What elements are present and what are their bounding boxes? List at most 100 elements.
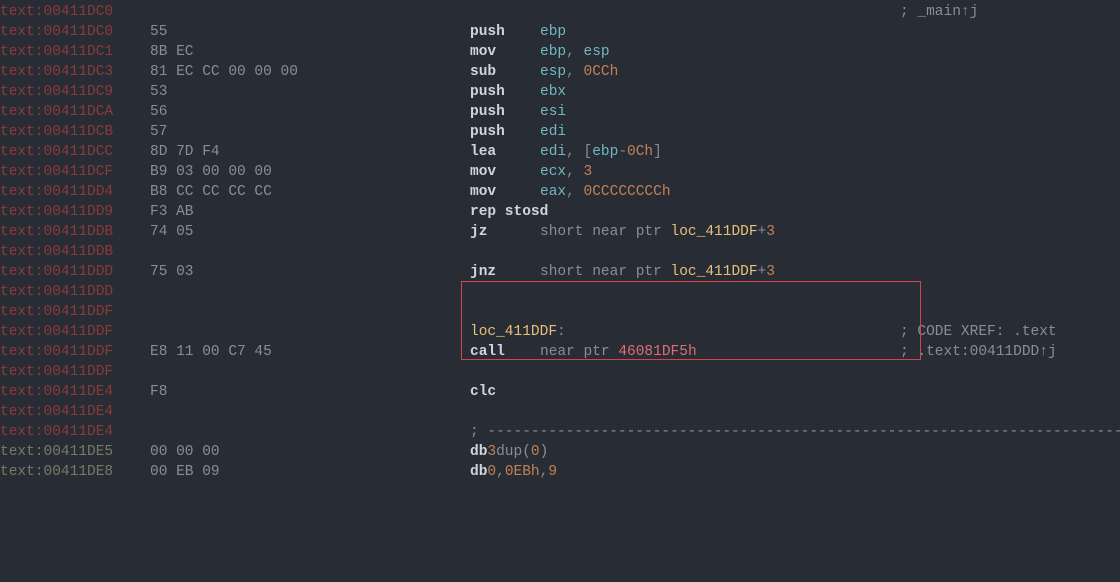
code-line[interactable]: text:00411DCF B9 03 00 00 00 movecx, 3 [0, 162, 1120, 182]
operands: ebx [540, 82, 1120, 102]
hex-bytes: 8D 7D F4 [150, 144, 220, 160]
code-line[interactable]: text:00411DDF [0, 362, 1120, 382]
code-line[interactable]: text:00411DE5 00 00 00 db 3 dup(0) [0, 442, 1120, 462]
code-content: push ebx [470, 82, 1120, 102]
xref-comment-2: ; .text:00411DDD↑j [900, 342, 1057, 362]
code-content: rep stosd [470, 202, 1120, 222]
operands: esi [540, 102, 1120, 122]
mnemonic: push [470, 124, 505, 140]
code-content: subesp, 0CCh [470, 62, 1120, 82]
code-line[interactable]: text:00411DE4 [0, 402, 1120, 422]
code-line[interactable]: text:00411DDB74 05jzshort near ptr loc_4… [0, 222, 1120, 242]
segment-address: text:00411DC9 [0, 84, 113, 100]
segment-address: text:00411DDB [0, 224, 113, 240]
mnemonic: mov [470, 164, 496, 180]
code-line[interactable]: text:00411DE4F8clc [0, 382, 1120, 402]
xref-comment-2: ; _main↑j [900, 2, 978, 22]
code-content: push esi [470, 102, 1120, 122]
code-content: leaedi, [ebp-0Ch] [470, 142, 1120, 162]
hex-bytes: 53 [150, 84, 167, 100]
hex-bytes: 56 [150, 104, 167, 120]
operands: ebp [540, 22, 1120, 42]
code-line[interactable]: text:00411DDB [0, 242, 1120, 262]
hex-bytes: 00 00 00 [150, 444, 220, 460]
code-line[interactable]: text:00411DC055pushebp [0, 22, 1120, 42]
hex-bytes: F3 AB [150, 204, 194, 220]
hex-bytes: F8 [150, 384, 167, 400]
code-content [470, 362, 1120, 382]
segment-address: text:00411DDD [0, 284, 113, 300]
label: loc_411DDF [470, 322, 557, 342]
code-line[interactable]: text:00411DDF ; CODE XREF: .text loc_411DD… [0, 322, 1120, 342]
hex-bytes: 75 03 [150, 264, 194, 280]
separator: ; --------------------------------------… [470, 422, 1120, 442]
operands [540, 382, 1120, 402]
disassembly-listing: text:00411DC0; CODE XREF: .text_main_0:t… [0, 0, 1120, 482]
operands: short near ptr loc_411DDF+3 [540, 222, 1120, 242]
code-content: db 3 dup(0) [470, 442, 1120, 462]
code-content [470, 282, 1120, 302]
mnemonic: jnz [470, 264, 496, 280]
code-line[interactable]: text:00411DC9 53 push ebx [0, 82, 1120, 102]
operands: short near ptr loc_411DDF+3 [540, 262, 1120, 282]
code-content [470, 402, 1120, 422]
code-line[interactable]: text:00411DC3 81 EC CC 00 00 00 subesp, 0C… [0, 62, 1120, 82]
segment-address: text:00411DDF [0, 304, 113, 320]
code-content: db 0, 0EBh, 9 [470, 462, 1120, 482]
code-content [470, 242, 1120, 262]
code-line[interactable]: text:00411DCC8D 7D F4leaedi, [ebp-0Ch] [0, 142, 1120, 162]
code-line[interactable]: text:00411DD9 F3 AB rep stosd [0, 202, 1120, 222]
segment-address: text:00411DD9 [0, 204, 113, 220]
code-line[interactable]: text:00411DDD 75 03 jnz short near ptr loc_… [0, 262, 1120, 282]
mnemonic: push [470, 104, 505, 120]
segment-address: text:00411DDB [0, 244, 113, 260]
operands: eax, 0CCCCCCCCh [540, 182, 1120, 202]
hex-bytes: 00 EB 09 [150, 464, 220, 480]
segment-address: text:00411DDF [0, 324, 113, 340]
hex-bytes: B9 03 00 00 00 [150, 164, 272, 180]
hex-bytes: 81 EC CC 00 00 00 [150, 64, 298, 80]
code-line[interactable]: text:00411DDD [0, 282, 1120, 302]
code-line[interactable]: text:00411DCA56pushesi [0, 102, 1120, 122]
segment-address: text:00411DC1 [0, 44, 113, 60]
code-content: clc [470, 382, 1120, 402]
segment-address: text:00411DDF [0, 364, 113, 380]
segment-address: text:00411DD4 [0, 184, 113, 200]
code-content: mov ebp, esp [470, 42, 1120, 62]
mnemonic: clc [470, 384, 496, 400]
mnemonic: mov [470, 184, 496, 200]
xref-comment: ; CODE XREF: .text [900, 322, 1057, 342]
code-content: mov eax, 0CCCCCCCCh [470, 182, 1120, 202]
hex-bytes: E8 11 00 C7 45 [150, 344, 272, 360]
segment-address: text:00411DE8 [0, 464, 113, 480]
segment-address: text:00411DE4 [0, 404, 113, 420]
segment-address: text:00411DC0 [0, 4, 113, 20]
operands: ebp, esp [540, 42, 1120, 62]
mnemonic: rep stosd [470, 202, 548, 222]
segment-address: text:00411DC3 [0, 64, 113, 80]
code-content: ; --------------------------------------… [470, 422, 1120, 442]
code-line[interactable]: text:00411DC1 8B EC mov ebp, esp [0, 42, 1120, 62]
code-line[interactable]: text:00411DD4B8 CC CC CC CCmoveax, 0CCCC… [0, 182, 1120, 202]
hex-bytes: 55 [150, 24, 167, 40]
code-line[interactable]: text:00411DCB 57 pushedi [0, 122, 1120, 142]
mnemonic: mov [470, 44, 496, 60]
segment-address: text:00411DDF [0, 344, 113, 360]
segment-address: text:00411DE4 [0, 424, 113, 440]
segment-address: text:00411DDD [0, 264, 113, 280]
segment-address: text:00411DE5 [0, 444, 113, 460]
mnemonic: sub [470, 64, 496, 80]
segment-address: text:00411DCF [0, 164, 113, 180]
mnemonic: push [470, 84, 505, 100]
code-line[interactable]: text:00411DDF [0, 302, 1120, 322]
code-content: push ebp [470, 22, 1120, 42]
code-line[interactable]: text:00411DE8 00 EB 09 db 0, 0EBh, 9 [0, 462, 1120, 482]
code-content: pushedi [470, 122, 1120, 142]
mnemonic: push [470, 24, 505, 40]
hex-bytes: 8B EC [150, 44, 194, 60]
hex-bytes: 57 [150, 124, 167, 140]
code-line[interactable]: text:00411DE4 ; -------------------------… [0, 422, 1120, 442]
segment-address: text:00411DCB [0, 124, 113, 140]
code-content: movecx, 3 [470, 162, 1120, 182]
mnemonic: jz [470, 224, 487, 240]
